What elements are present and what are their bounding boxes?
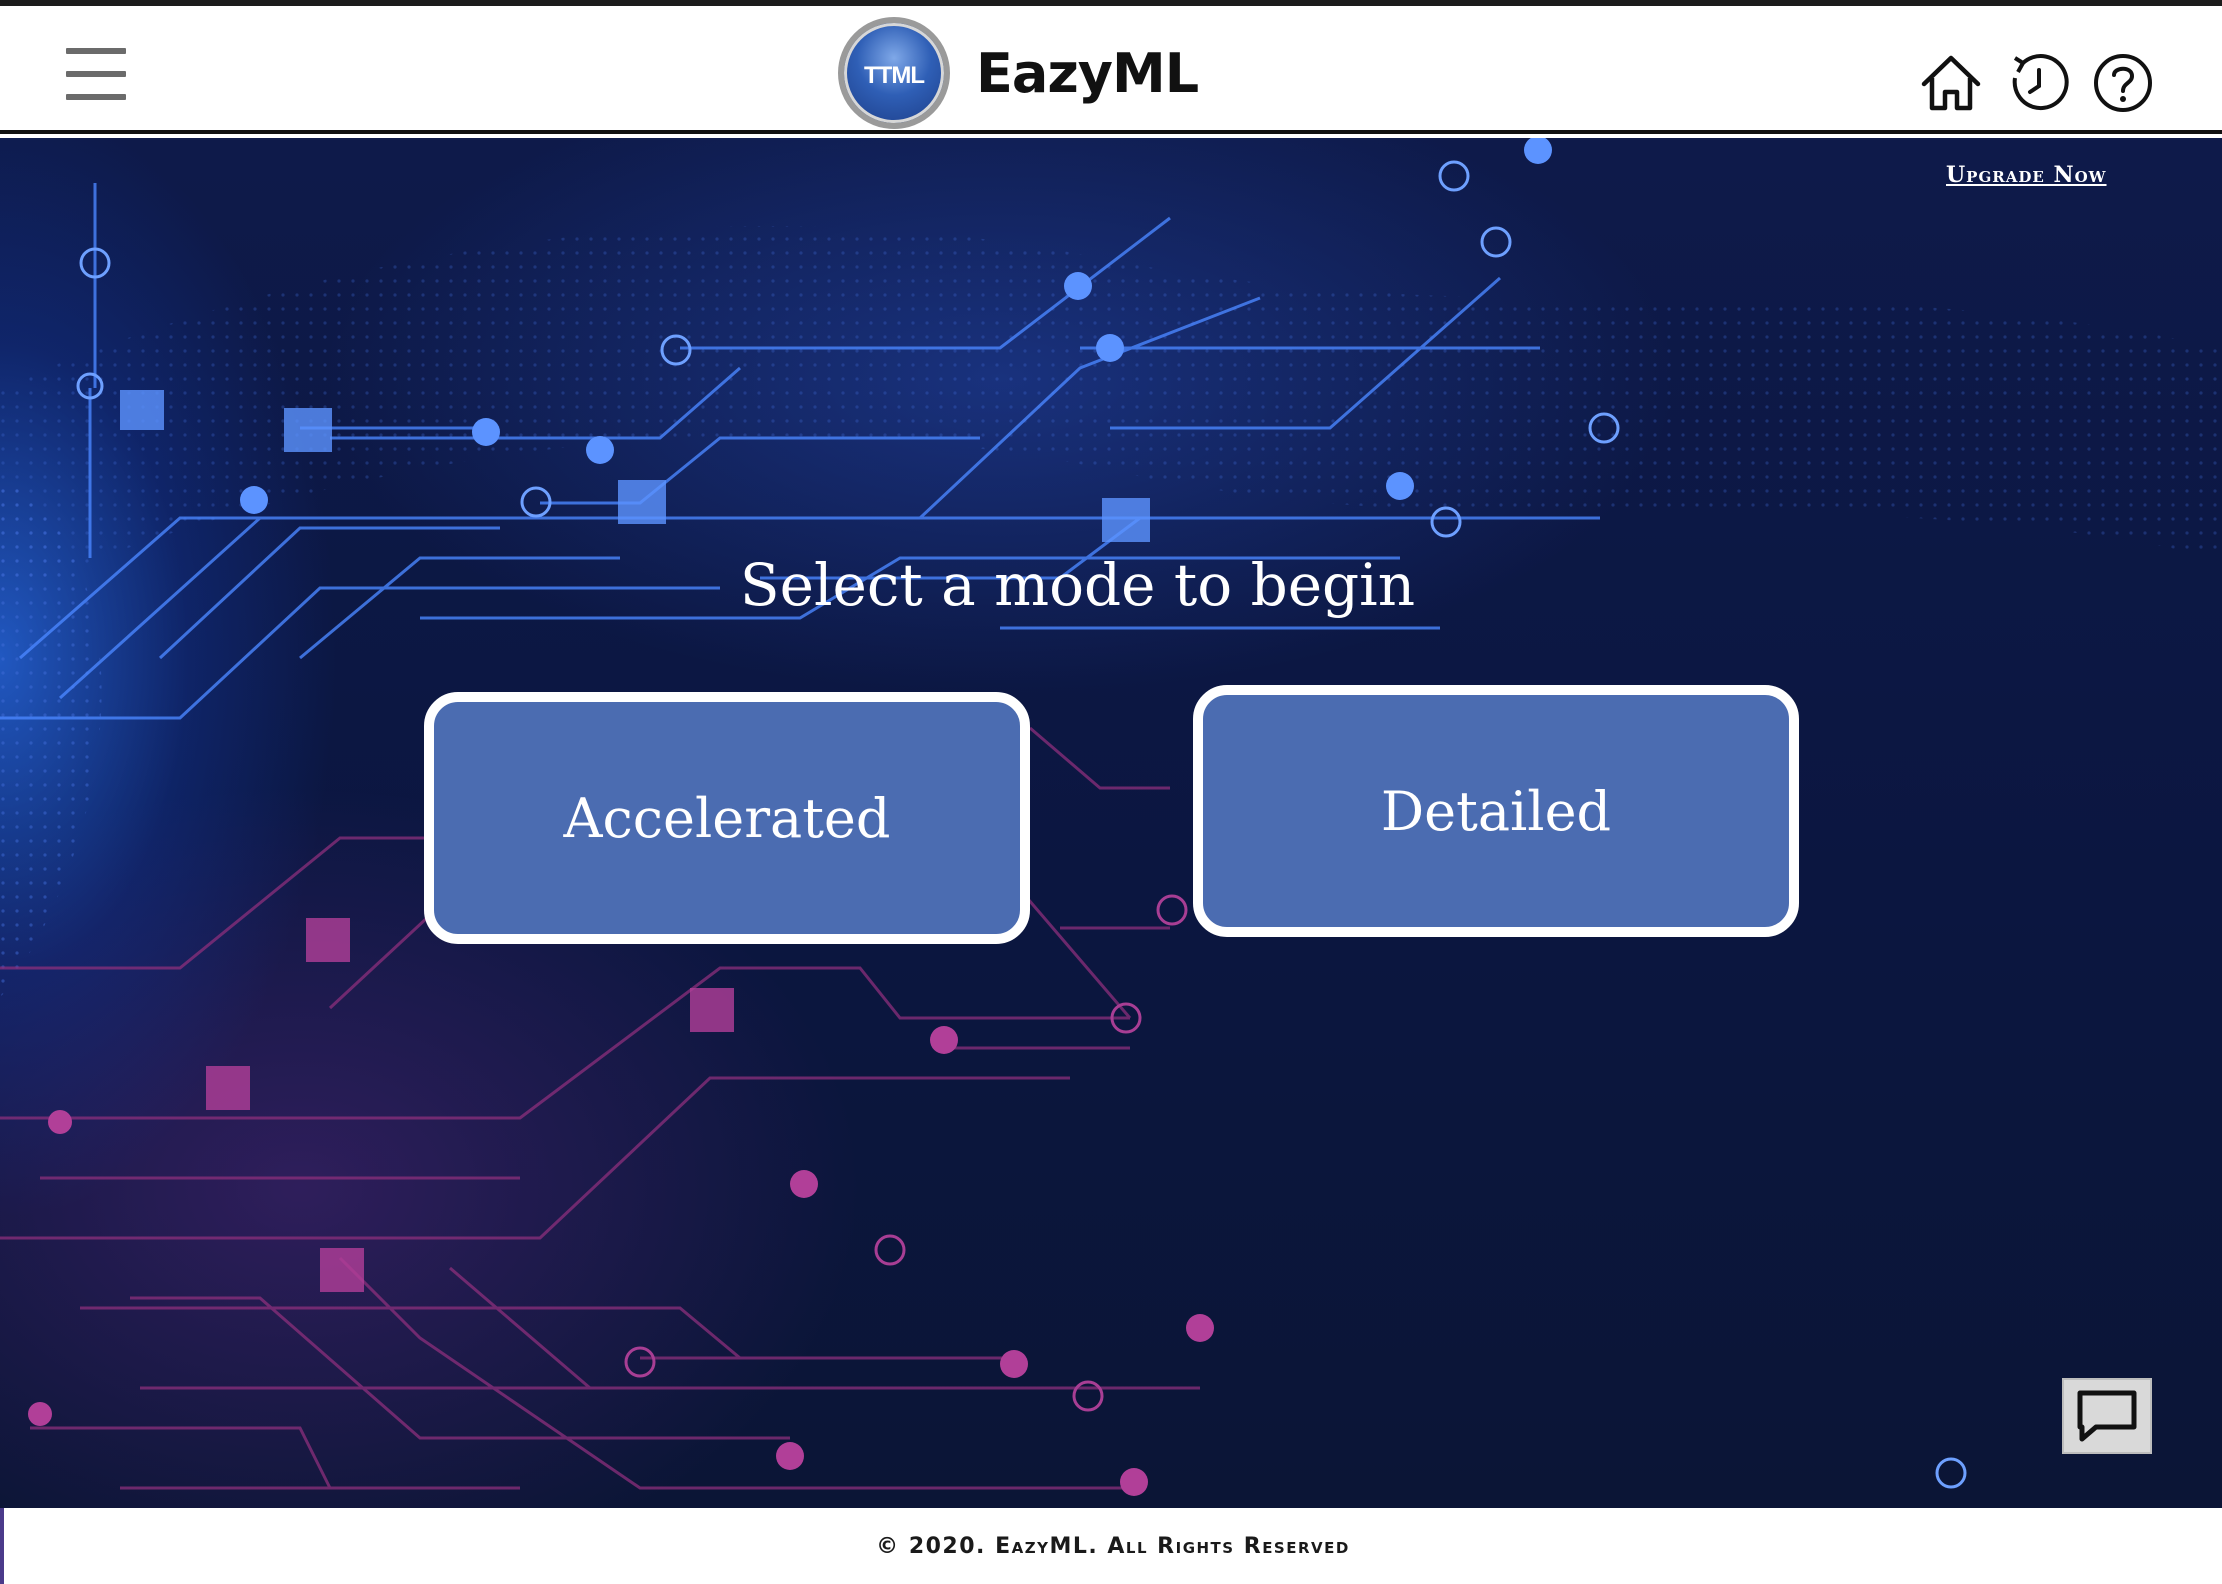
hero-section: Upgrade Now Select a mode to begin Accel… <box>0 138 2222 1508</box>
logo: TTML <box>838 17 950 129</box>
home-icon[interactable] <box>1918 50 1984 116</box>
app-header: TTML EazyML <box>0 6 2222 134</box>
history-icon[interactable] <box>2006 50 2072 116</box>
app-title: EazyML <box>976 42 1199 105</box>
circuit-background <box>0 138 2222 1496</box>
accelerated-mode-button[interactable]: Accelerated <box>424 692 1030 944</box>
logo-text: TTML <box>864 62 925 89</box>
hamburger-menu-icon[interactable] <box>58 48 132 100</box>
detailed-mode-button[interactable]: Detailed <box>1193 685 1799 937</box>
accelerated-mode-label: Accelerated <box>563 786 891 850</box>
detailed-mode-label: Detailed <box>1380 779 1612 843</box>
help-icon[interactable] <box>2090 50 2156 116</box>
copyright-text: © 2020. EazyML. All Rights Reserved <box>876 1533 1350 1559</box>
upgrade-now-link[interactable]: Upgrade Now <box>1946 162 2107 188</box>
footer: © 2020. EazyML. All Rights Reserved <box>0 1508 2222 1584</box>
chat-icon[interactable] <box>2062 1378 2152 1454</box>
mode-prompt: Select a mode to begin <box>739 551 1416 619</box>
